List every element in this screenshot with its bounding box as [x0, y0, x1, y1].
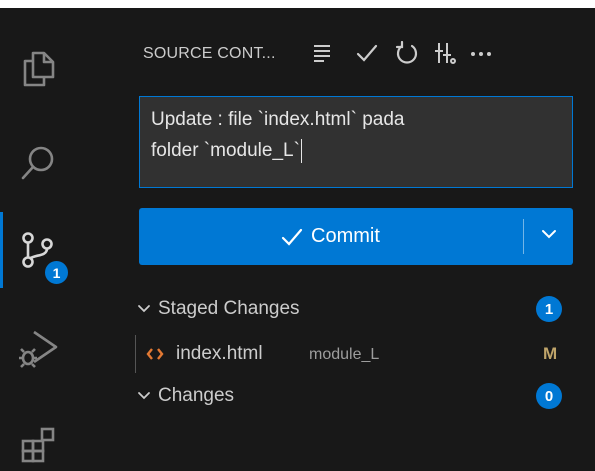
explorer-icon [18, 48, 58, 88]
activity-explorer[interactable] [0, 30, 76, 106]
staged-changes-group[interactable]: Staged Changes 1 [126, 290, 595, 328]
branch-graph-icon[interactable] [430, 38, 460, 68]
html-file-icon [146, 343, 166, 365]
file-name: index.html [176, 343, 263, 364]
vscode-window: 1 SOURCE CONT... Update: file `index.ht… [0, 8, 595, 471]
staged-changes-label: Staged Changes [158, 298, 300, 319]
chevron-down-icon [540, 225, 558, 248]
commit-check-icon[interactable] [352, 38, 382, 68]
refresh-icon[interactable] [392, 38, 422, 68]
file-status-modified: M [543, 344, 558, 363]
activity-run-debug[interactable] [0, 310, 76, 386]
changes-label: Changes [158, 385, 235, 406]
changes-group[interactable]: Changes 0 [126, 377, 595, 415]
commit-message-line-2: folder `module_L` [151, 140, 300, 161]
activity-bar: 1 [0, 8, 76, 471]
view-as-tree-icon[interactable] [307, 38, 337, 68]
changes-count-badge: 0 [536, 383, 562, 409]
extensions-icon [18, 426, 58, 466]
check-icon [281, 226, 303, 248]
tree-indent-guide [135, 335, 136, 373]
text-caret [300, 138, 302, 163]
activity-search[interactable] [0, 125, 76, 201]
commit-button-group: Commit [139, 208, 573, 265]
commit-message-line-2-wrap: folder `module_L` [151, 135, 561, 166]
activity-extensions[interactable] [0, 408, 76, 471]
chevron-down-icon [136, 301, 152, 323]
source-control-badge: 1 [43, 259, 70, 286]
source-control-sidebar: SOURCE CONT... Update: file `index.html… [126, 8, 595, 471]
search-icon [18, 143, 58, 183]
staged-count-badge: 1 [536, 296, 562, 322]
staged-file-row[interactable]: index.html module_L M [126, 335, 595, 373]
run-debug-icon [16, 326, 60, 370]
commit-button[interactable]: Commit [139, 208, 522, 265]
commit-message-line-1: Update : file `index.html` pada [151, 109, 405, 130]
commit-button-label: Commit [311, 225, 380, 247]
file-folder: module_L [309, 346, 380, 363]
more-actions-icon[interactable] [466, 38, 496, 68]
commit-message-input[interactable]: Update : file `index.html` pada folder `… [139, 96, 573, 188]
sidebar-header: SOURCE CONT... [126, 8, 595, 88]
sidebar-title: SOURCE CONT... [143, 45, 276, 62]
commit-dropdown-button[interactable] [524, 208, 573, 265]
chevron-down-icon [136, 388, 152, 410]
activity-source-control[interactable]: 1 [0, 212, 76, 288]
